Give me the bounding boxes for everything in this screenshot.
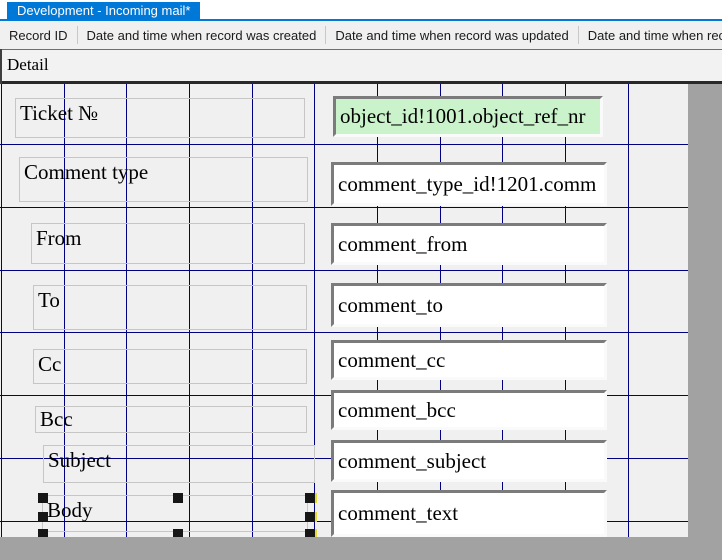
fields-bar-separator [76,26,78,44]
grid-line-vertical [628,84,629,537]
grid-line-horizontal [0,144,688,145]
document-tab-bar: Development - Incoming mail* [0,0,722,21]
app-background-right [688,84,722,560]
fields-bar-item-updated[interactable]: Date and time when record was updated [334,28,569,43]
grid-line-horizontal [0,270,688,271]
label-bcc[interactable]: Bcc [35,406,307,433]
selection-handle-bottom-center[interactable] [173,529,183,537]
grid-line-horizontal [0,207,688,208]
fields-bar-item-closed[interactable]: Date and time when record was clos [587,28,722,43]
field-object-ref-nr[interactable]: object_id!1001.object_ref_nr [333,96,603,137]
selection-handle-mid-right[interactable] [305,512,315,522]
selection-handle-bottom-right[interactable] [305,529,315,537]
label-ticket-nr[interactable]: Ticket № [15,98,305,138]
grid-line-horizontal [0,332,688,333]
label-subject[interactable]: Subject [43,445,315,483]
fields-bar-item-record-id[interactable]: Record ID [8,28,69,43]
field-comment-from[interactable]: comment_from [331,223,607,265]
field-comment-text[interactable]: comment_text [331,490,607,537]
field-comment-to[interactable]: comment_to [331,283,607,327]
label-from[interactable]: From [31,223,305,264]
grid-line-vertical [1,84,2,537]
fields-bar-item-created[interactable]: Date and time when record was created [86,28,318,43]
detail-band-header[interactable]: Detail [0,49,722,81]
design-surface[interactable]: Ticket № Comment type From To Cc Bcc Sub… [0,84,688,537]
selection-handle-top-center[interactable] [173,493,183,503]
field-comment-type[interactable]: comment_type_id!1201.comm [331,162,607,206]
label-cc[interactable]: Cc [33,349,307,384]
tab-development-incoming-mail[interactable]: Development - Incoming mail* [7,2,201,21]
field-comment-cc[interactable]: comment_cc [331,340,607,380]
field-comment-subject[interactable]: comment_subject [331,440,607,482]
selection-handle-top-right[interactable] [305,493,315,503]
selection-handle-top-left[interactable] [38,493,48,503]
fields-bar-separator [577,26,579,44]
form-designer-window: Development - Incoming mail* Record ID D… [0,0,722,560]
fields-bar: Record ID Date and time when record was … [0,21,722,49]
label-comment-type[interactable]: Comment type [19,157,308,202]
label-to[interactable]: To [33,285,307,330]
detail-band-label: Detail [7,55,49,74]
tab-title: Development - Incoming mail* [17,3,191,18]
field-comment-bcc[interactable]: comment_bcc [331,390,607,430]
app-background-bottom [0,537,722,560]
fields-bar-separator [325,26,327,44]
selection-handle-mid-left[interactable] [38,512,48,522]
selection-handle-bottom-left[interactable] [38,529,48,537]
